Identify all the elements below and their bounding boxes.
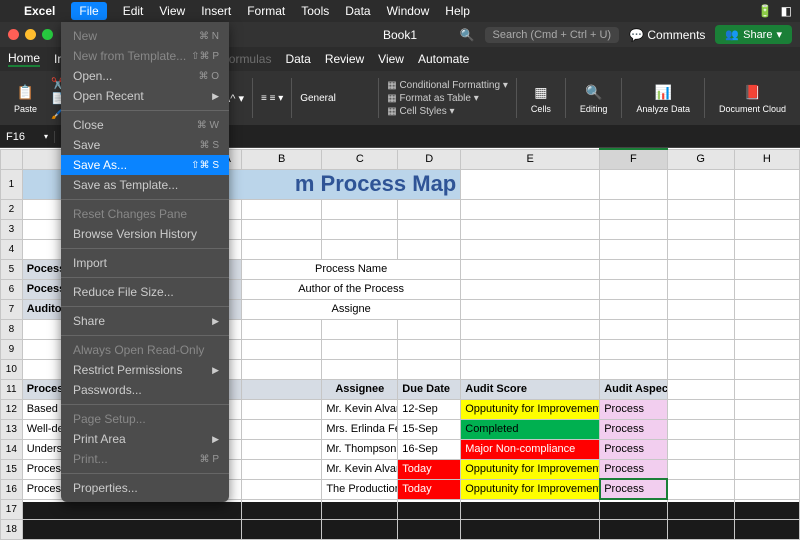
file-menu-item: Print...⌘ P [61,449,229,469]
cell[interactable]: Today [398,479,461,499]
share-button[interactable]: 👥 Share ▾ [715,25,792,44]
cell[interactable]: Process [600,439,667,459]
menu-file[interactable]: File [71,2,106,20]
cell[interactable]: 12-Sep [398,399,461,419]
file-menu-item[interactable]: Save as Template... [61,175,229,195]
file-menu-item[interactable]: Close⌘ W [61,115,229,135]
menu-edit[interactable]: Edit [123,4,144,18]
search-icon: 🔍 [460,28,475,42]
cell[interactable]: Today [398,459,461,479]
cell[interactable]: The Production Deparment [322,479,398,499]
file-menu-item[interactable]: Open...⌘ O [61,66,229,86]
app-name: Excel [24,4,55,18]
file-menu-item[interactable]: Passwords... [61,380,229,400]
cell[interactable]: Completed [461,419,600,439]
tab-review[interactable]: Review [325,52,364,66]
file-menu-item[interactable]: Share▶ [61,311,229,331]
tab-automate[interactable]: Automate [418,52,469,66]
menu-window[interactable]: Window [387,4,430,18]
file-menu-item: Reset Changes Pane [61,204,229,224]
cell[interactable]: Mrs. Erlinda Felipe [322,419,398,439]
file-menu-item[interactable]: Save As...⇧⌘ S [61,155,229,175]
zoom-icon[interactable] [42,29,53,40]
battery-icon: 🔋 [758,4,773,18]
cell-styles-button[interactable]: ▦ Cell Styles ▾ [387,106,508,117]
file-menu-item: New⌘ N [61,26,229,46]
file-menu-dropdown[interactable]: New⌘ NNew from Template...⇧⌘ POpen...⌘ O… [61,22,229,502]
file-menu-item[interactable]: Properties... [61,478,229,498]
cell[interactable]: Opputunity for Improvement [461,399,600,419]
conditional-formatting-button[interactable]: ▦ Conditional Formatting ▾ [387,80,508,91]
name-box[interactable]: F16▾ [0,131,55,143]
close-icon[interactable] [8,29,19,40]
cell[interactable]: 16-Sep [398,439,461,459]
format-as-table-button[interactable]: ▦ Format as Table ▾ [387,93,508,104]
tab-data[interactable]: Data [285,52,310,66]
file-menu-item[interactable]: Open Recent▶ [61,86,229,106]
document-title: Book1 [383,28,417,42]
file-menu-item[interactable]: Browse Version History [61,224,229,244]
cell[interactable]: Due Date [398,379,461,399]
col-header[interactable]: B [241,149,321,169]
switch-icon: ◧ [781,4,792,18]
menu-tools[interactable]: Tools [301,4,329,18]
cell[interactable]: 15-Sep [398,419,461,439]
active-cell[interactable]: Process [600,479,667,499]
traffic-lights[interactable] [8,29,53,40]
file-menu-item[interactable]: Reduce File Size... [61,282,229,302]
cell[interactable]: Mr. Kevin Alvar [322,399,398,419]
minimize-icon[interactable] [25,29,36,40]
col-header[interactable]: D [398,149,461,169]
cell[interactable]: Audit Score [461,379,600,399]
menu-insert[interactable]: Insert [201,4,231,18]
analyze-data-button[interactable]: 📊Analyze Data [630,80,696,116]
col-header[interactable]: E [461,149,600,169]
menu-view[interactable]: View [159,4,185,18]
menu-data[interactable]: Data [345,4,370,18]
col-header[interactable]: F [600,149,667,169]
cell[interactable]: Mr. Kevin Alvar [322,459,398,479]
mac-menubar: Excel File Edit View Insert Format Tools… [0,0,800,22]
cell[interactable]: Assignee [322,379,398,399]
number-format-select[interactable]: General [300,93,370,104]
select-all-corner[interactable] [1,149,23,169]
tab-home[interactable]: Home [8,51,40,67]
cell[interactable]: Process [600,399,667,419]
file-menu-item: Always Open Read-Only [61,340,229,360]
comments-button[interactable]: 💬 Comments [629,28,705,42]
cells-button[interactable]: ▦Cells [525,80,557,116]
file-menu-item[interactable]: Import [61,253,229,273]
cell[interactable]: Process [600,459,667,479]
col-header[interactable]: C [322,149,398,169]
document-cloud-button[interactable]: 📕Document Cloud [713,80,792,116]
file-menu-item[interactable]: Save⌘ S [61,135,229,155]
cell[interactable]: Process [600,419,667,439]
col-header[interactable]: H [734,149,799,169]
cell[interactable]: Process Name [241,259,460,279]
file-menu-item[interactable]: Print Area▶ [61,429,229,449]
cell[interactable]: Opputunity for Improvement [461,459,600,479]
paste-button[interactable]: 📋Paste [8,80,43,116]
cell[interactable]: Audit Aspect [600,379,667,399]
tab-view[interactable]: View [378,52,404,66]
cell[interactable]: Major Non-compliance [461,439,600,459]
editing-button[interactable]: 🔍Editing [574,80,614,116]
file-menu-item: Page Setup... [61,409,229,429]
file-menu-item: New from Template...⇧⌘ P [61,46,229,66]
menu-help[interactable]: Help [445,4,470,18]
file-menu-item[interactable]: Restrict Permissions▶ [61,360,229,380]
menu-format[interactable]: Format [247,4,285,18]
col-header[interactable]: G [667,149,734,169]
cell[interactable]: Opputunity for Improvement [461,479,600,499]
cell[interactable]: Author of the Process [241,279,460,299]
cell[interactable]: Mr. Thompson Cruz [322,439,398,459]
cell[interactable]: Assigne [241,299,460,319]
search-input[interactable]: Search (Cmd + Ctrl + U) [485,27,620,43]
